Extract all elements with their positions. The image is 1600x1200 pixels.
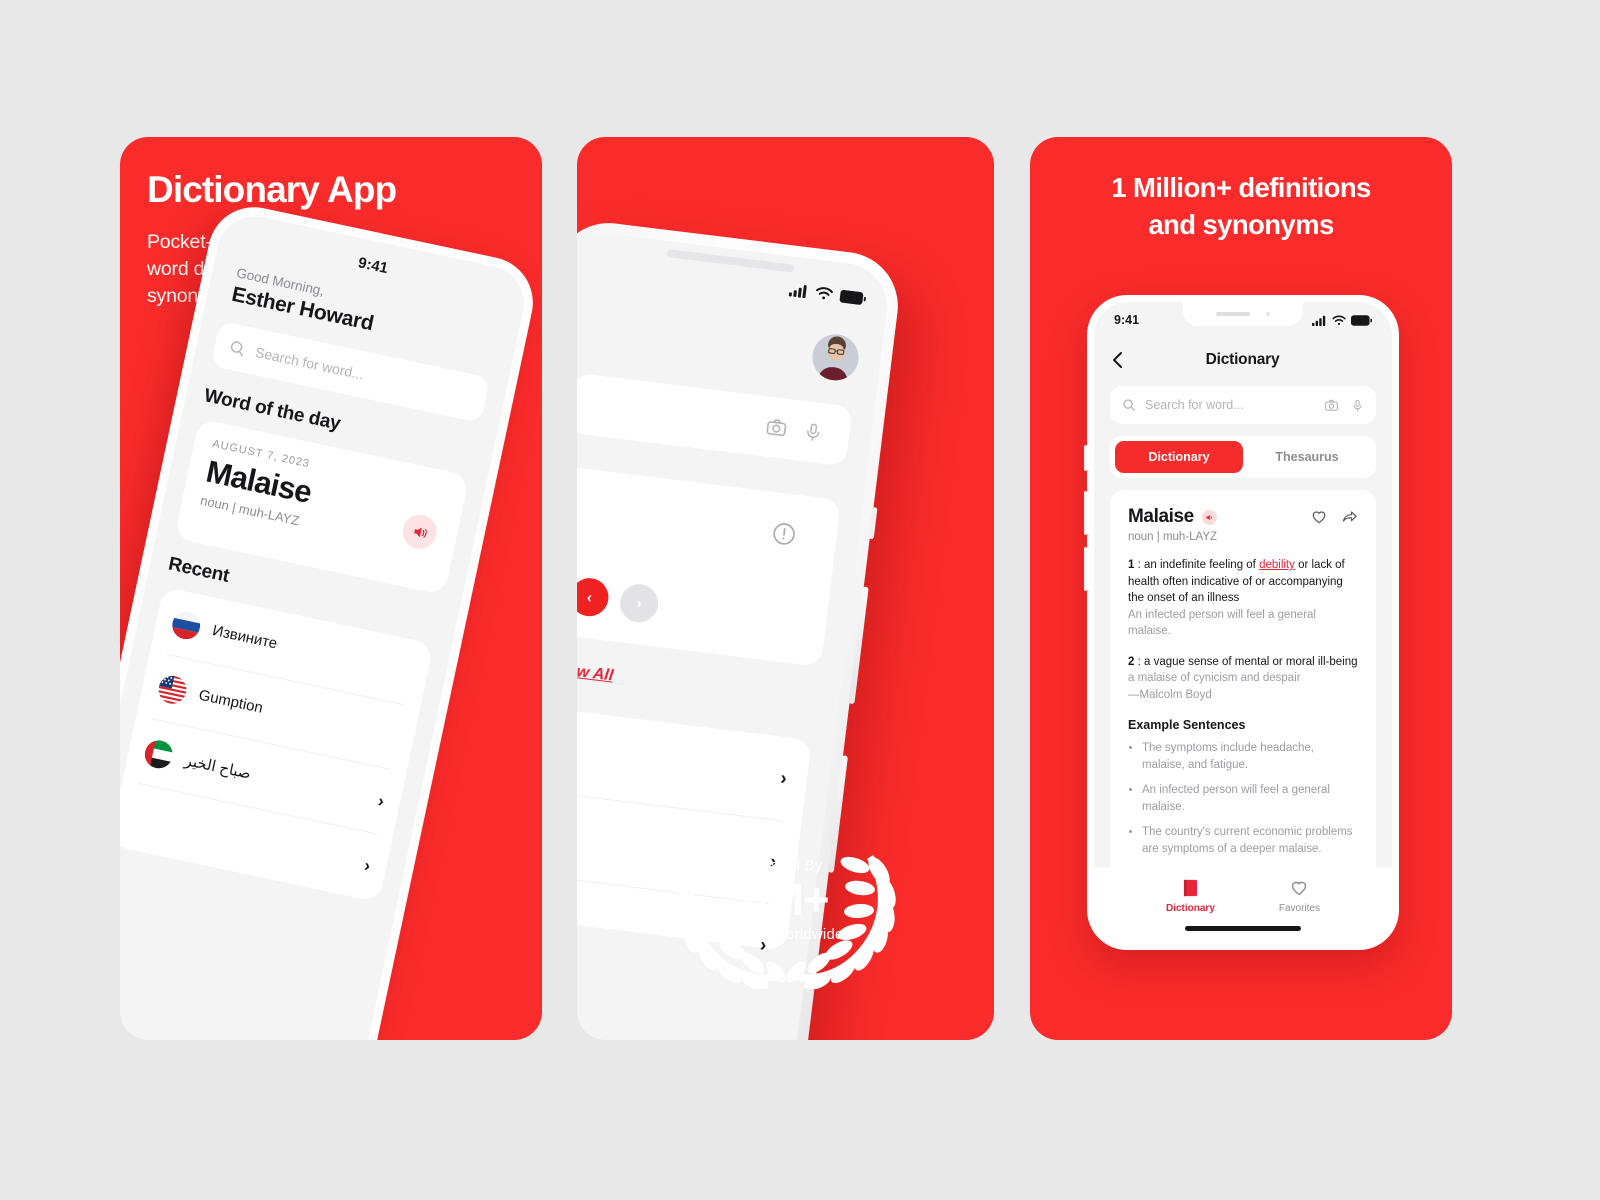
list-item: An infected person will feel a general m… xyxy=(1142,782,1358,815)
word-card: ‹ › xyxy=(577,466,842,667)
panel-definitions: 1 Million+ definitions and synonyms 9:41 xyxy=(1030,137,1452,1040)
panel3-title-line1: 1 Million+ definitions xyxy=(1111,172,1371,203)
info-icon[interactable] xyxy=(770,520,798,548)
camera-icon[interactable] xyxy=(764,415,789,440)
search-icon xyxy=(1122,398,1136,412)
earpiece-speaker xyxy=(665,249,794,273)
cellular-signal-icon xyxy=(1312,315,1327,326)
entry-part-of-speech: noun | muh-LAYZ xyxy=(1128,531,1218,543)
definition-card: Malaise noun | muh-LAYZ 1: an indefinit… xyxy=(1110,490,1376,884)
definition-sense-2: 2 : a vague sense of mental or moral ill… xyxy=(1128,654,1358,704)
sense-attribution: —Malcolm Boyd xyxy=(1128,688,1212,701)
status-bar-time: 9:41 xyxy=(1114,313,1140,327)
list-item: The country's current economic problems … xyxy=(1142,824,1358,857)
microphone-icon[interactable] xyxy=(1351,398,1364,413)
wifi-icon xyxy=(1332,315,1346,326)
cross-reference-link[interactable]: debility xyxy=(1259,559,1295,571)
bottom-tab-bar: Dictionary Favorites xyxy=(1094,867,1392,943)
carousel-nav: ‹ › xyxy=(577,576,661,625)
trusted-by-text: Trusted By 5M+ Users Worldwide xyxy=(663,827,909,989)
heart-icon xyxy=(1290,879,1308,897)
segmented-control: Dictionary Thesaurus xyxy=(1110,436,1376,478)
panel3-title-line2: and synonyms xyxy=(1148,209,1334,240)
speaker-icon[interactable] xyxy=(1201,509,1217,525)
example-sentences-list: The symptoms include headache, malaise, … xyxy=(1142,740,1358,857)
status-bar-icons xyxy=(788,282,867,305)
trusted-by-badge: Trusted By 5M+ Users Worldwide xyxy=(663,827,909,989)
definition-sense-1: 1 : an indefinite feeling of debility or… xyxy=(1128,557,1358,640)
panel-dictionary-app: Dictionary App Pocket-sized companion fo… xyxy=(120,137,542,1040)
example-sentences-heading: Example Sentences xyxy=(1128,718,1246,732)
tab-bar-item-dictionary[interactable]: Dictionary xyxy=(1166,879,1215,914)
prev-button[interactable]: ‹ xyxy=(577,576,611,619)
next-button[interactable]: › xyxy=(617,582,661,625)
wifi-icon xyxy=(814,285,834,301)
user-count: 5M+ xyxy=(742,874,830,925)
sense-text-before: : a vague sense of mental or moral ill-b… xyxy=(1134,655,1358,668)
phone-mockup-definition: 9:41 Dictionary Search for word... Dicti… xyxy=(1084,295,1399,950)
phone-mockup-home: 9:41 Good Morning, Esther Howard Search … xyxy=(120,198,542,1040)
chevron-right-icon[interactable]: › xyxy=(362,856,372,877)
panel1-title: Dictionary App xyxy=(147,169,397,210)
search-icon xyxy=(227,338,247,358)
mute-switch[interactable] xyxy=(1084,445,1087,471)
panel3-title: 1 Million+ definitions and synonyms xyxy=(1030,169,1452,243)
search-input[interactable] xyxy=(577,372,853,467)
heart-icon[interactable] xyxy=(1311,509,1327,525)
trusted-by-label: Trusted By xyxy=(748,857,823,874)
phone-screen: 9:41 Good Morning, Esther Howard Search … xyxy=(120,209,531,1040)
sense-quote: a malaise of cynicism and despair xyxy=(1128,672,1301,684)
app-store-screenshot-set: Dictionary App Pocket-sized companion fo… xyxy=(0,0,1600,1200)
tab-bar-label: Dictionary xyxy=(1165,903,1215,914)
volume-down-button[interactable] xyxy=(1084,547,1087,591)
camera-icon[interactable] xyxy=(1324,398,1339,413)
list-item: The symptoms include headache, malaise, … xyxy=(1142,740,1358,773)
tab-thesaurus[interactable]: Thesaurus xyxy=(1243,441,1371,473)
volume-up-button[interactable] xyxy=(1084,491,1087,535)
search-placeholder: Search for word... xyxy=(253,343,366,383)
search-actions xyxy=(1324,398,1364,413)
sense-text-before: : an indefinite feeling of xyxy=(1134,559,1260,571)
recent-heading: Recent xyxy=(166,553,232,587)
tab-bar-label: Favorites xyxy=(1278,903,1320,914)
status-bar: 9:41 xyxy=(1094,312,1392,328)
status-bar-icons xyxy=(1312,314,1372,326)
uae-flag-icon xyxy=(142,737,176,771)
panel-search-experience: ‹ › View All › › › Trusted By 5M+ Users … xyxy=(577,137,994,1040)
recent-list: Извините Gumption صباح الخير › › xyxy=(120,586,434,903)
battery-icon xyxy=(839,289,867,305)
navigation-bar: Dictionary xyxy=(1094,342,1392,378)
sense-quote: An infected person will feel a general m… xyxy=(1128,608,1316,638)
view-all-link[interactable]: View All xyxy=(577,660,614,685)
home-indicator[interactable] xyxy=(1185,926,1301,931)
chevron-right-icon[interactable]: › xyxy=(376,791,385,812)
tab-dictionary[interactable]: Dictionary xyxy=(1115,441,1243,473)
mute-switch[interactable] xyxy=(868,507,878,540)
users-worldwide-label: Users Worldwide xyxy=(727,926,844,943)
entry-actions xyxy=(1311,509,1358,525)
share-icon[interactable] xyxy=(1341,509,1358,525)
battery-icon xyxy=(1351,314,1372,326)
usa-flag-icon xyxy=(155,672,190,706)
tab-bar-item-favorites[interactable]: Favorites xyxy=(1279,879,1320,914)
page-title: Dictionary xyxy=(1205,351,1280,368)
cellular-signal-icon xyxy=(788,282,810,299)
avatar[interactable] xyxy=(809,331,862,384)
book-icon xyxy=(1182,879,1199,897)
word-header: Malaise xyxy=(1128,506,1358,528)
entry-word: Malaise xyxy=(1128,506,1194,527)
chevron-right-icon[interactable]: › xyxy=(779,767,788,790)
phone-screen: 9:41 Dictionary Search for word... Dicti… xyxy=(1094,302,1392,943)
russia-flag-icon xyxy=(169,608,203,642)
volume-up-button[interactable] xyxy=(848,586,869,705)
microphone-icon[interactable] xyxy=(802,420,825,444)
search-placeholder: Search for word... xyxy=(1145,398,1244,412)
search-input[interactable]: Search for word... xyxy=(1110,386,1376,424)
phone-body: 9:41 Good Morning, Esther Howard Search … xyxy=(120,198,542,1040)
